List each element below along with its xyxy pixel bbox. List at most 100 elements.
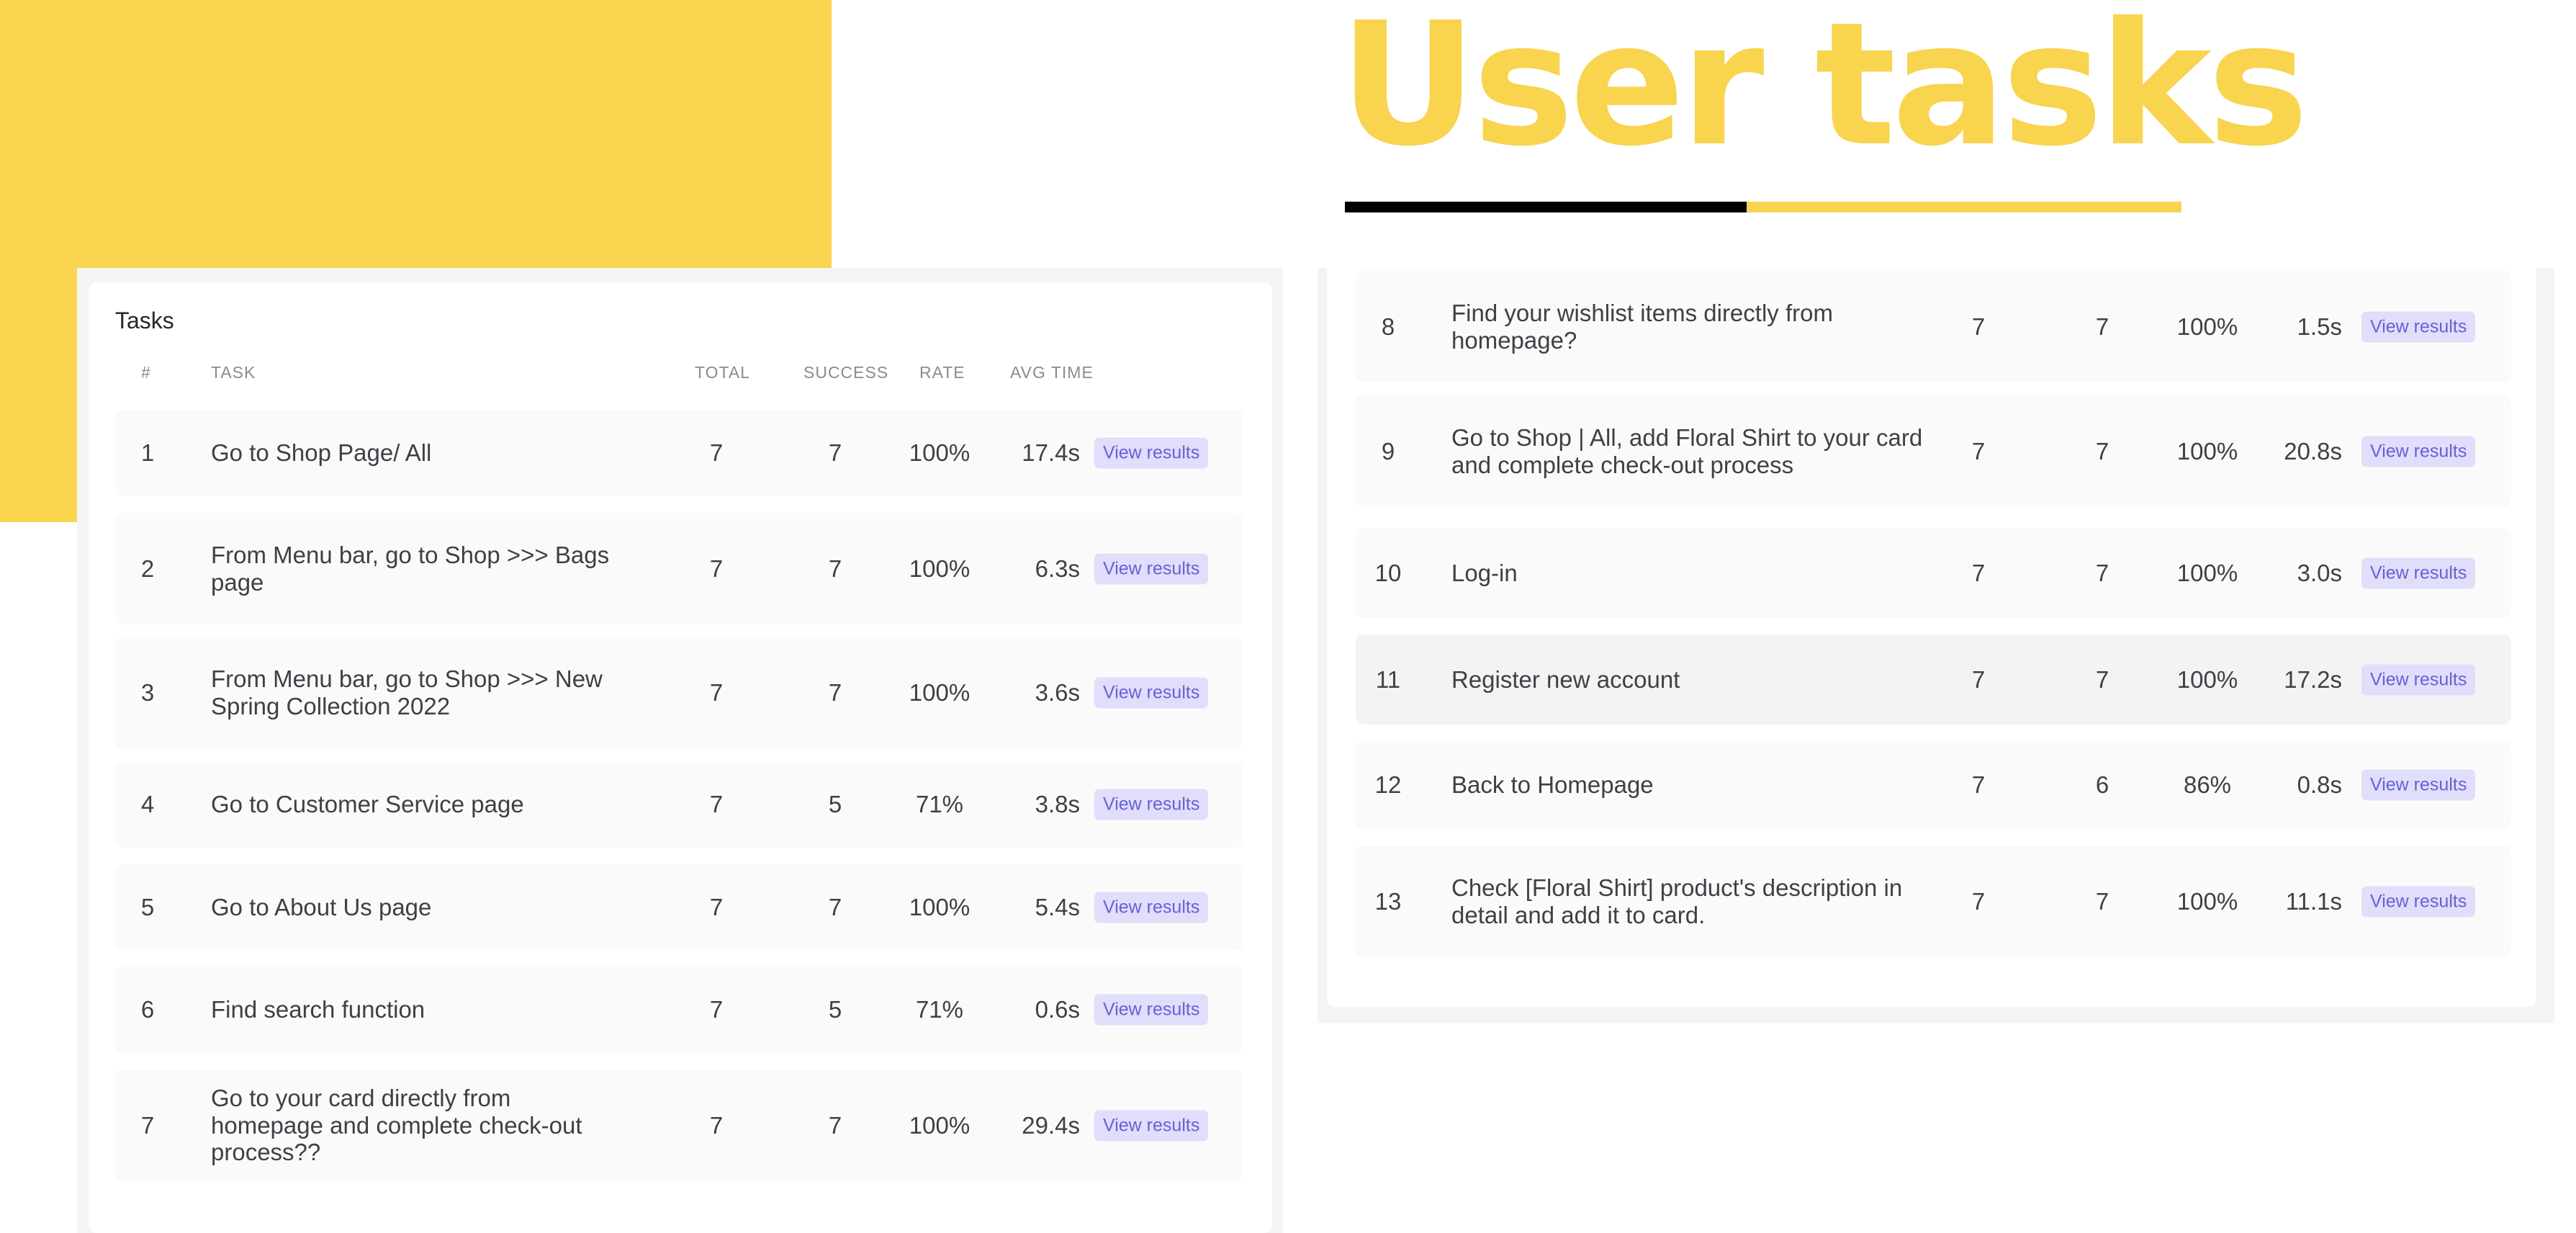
task-total: 7 — [709, 1111, 724, 1139]
task-success: 7 — [828, 894, 842, 920]
task-avg-time: 0.8s — [2297, 771, 2342, 798]
table-row: 8 Find your wishlist items directly from … — [1356, 271, 2511, 382]
task-description: Log-in — [1451, 559, 1518, 586]
task-success: 7 — [2095, 559, 2109, 586]
tasks-panel-continued: 8 Find your wishlist items directly from … — [1327, 268, 2536, 1007]
tasks-panel: Tasks # TASK TOTAL SUCCESS RATE AVG TIME… — [89, 282, 1272, 1233]
header-rate: RATE — [919, 363, 965, 382]
view-results-button[interactable]: View results — [1094, 677, 1209, 708]
task-success: 7 — [2095, 437, 2109, 465]
header-task: TASK — [211, 363, 256, 382]
task-number: 5 — [140, 894, 155, 920]
task-number: 2 — [140, 555, 155, 582]
task-description: Go to About Us page — [211, 894, 432, 921]
task-avg-time: 3.6s — [1035, 678, 1080, 706]
decor-yellow-block-left — [0, 268, 77, 522]
task-success: 5 — [828, 791, 842, 817]
task-avg-time: 5.4s — [1035, 894, 1080, 920]
view-results-button[interactable]: View results — [1094, 994, 1209, 1026]
task-description: Back to Homepage — [1451, 771, 1654, 799]
task-number: 3 — [140, 678, 155, 706]
header-total: TOTAL — [695, 363, 750, 382]
task-success: 7 — [2095, 887, 2109, 915]
task-number: 13 — [1374, 887, 1402, 915]
table-row: 7 Go to your card directly from homepage … — [115, 1070, 1243, 1181]
task-total: 7 — [1971, 887, 1986, 915]
task-total: 7 — [1971, 665, 1986, 693]
view-results-button[interactable]: View results — [1094, 553, 1209, 584]
decor-yellow-block-top — [0, 0, 832, 268]
task-number: 8 — [1381, 313, 1395, 340]
table-row: 1 Go to Shop Page/ All 7 7 100% 17.4s View res… — [115, 410, 1243, 496]
task-avg-time: 3.0s — [2297, 559, 2342, 586]
task-avg-time: 17.4s — [1022, 439, 1080, 466]
task-description: Go to Shop | All, add Floral Shirt to yo… — [1451, 423, 1923, 478]
slide: User tasks Tasks # TASK TOTAL SUCCESS RA… — [0, 0, 2576, 1233]
task-total: 7 — [709, 678, 724, 706]
panel-title: Tasks — [115, 308, 174, 333]
task-avg-time: 6.3s — [1035, 555, 1080, 582]
view-results-button[interactable]: View results — [2361, 769, 2476, 801]
header-num: # — [141, 363, 151, 382]
table-row: 6 Find search function 7 5 71% 0.6s View resul… — [115, 967, 1243, 1053]
task-success: 7 — [2095, 665, 2109, 693]
task-total: 7 — [709, 894, 724, 920]
task-avg-time: 29.4s — [1022, 1111, 1080, 1139]
table-row: 5 Go to About Us page 7 7 100% 5.4s View resul… — [115, 864, 1243, 951]
task-number: 12 — [1374, 771, 1402, 798]
view-results-button[interactable]: View results — [1094, 892, 1209, 923]
task-success: 6 — [2095, 771, 2109, 798]
task-description: Register new account — [1451, 665, 1680, 693]
task-success: 7 — [828, 555, 842, 582]
table-row: 11 Register new account 7 7 100% 17.2s View re… — [1356, 635, 2511, 725]
view-results-button[interactable]: View results — [1094, 437, 1209, 469]
task-description: From Menu bar, go to Shop >>> New Spring… — [211, 665, 603, 719]
task-avg-time: 1.5s — [2297, 313, 2342, 340]
table-header: # TASK TOTAL SUCCESS RATE AVG TIME — [115, 363, 1243, 392]
task-number: 10 — [1374, 559, 1402, 586]
task-description: From Menu bar, go to Shop >>> Bags page — [211, 541, 610, 596]
table-row: 4 Go to Customer Service page 7 5 71% 3.8s Vie… — [115, 761, 1243, 848]
view-results-button[interactable]: View results — [1094, 1110, 1209, 1141]
task-success: 5 — [828, 996, 842, 1023]
view-results-button[interactable]: View results — [2361, 664, 2476, 695]
task-success: 7 — [2095, 313, 2109, 340]
task-avg-time: 11.1s — [2285, 887, 2342, 915]
task-total: 7 — [709, 555, 724, 582]
task-total: 7 — [709, 791, 724, 817]
view-results-button[interactable]: View results — [2361, 557, 2476, 588]
table-row: 13 Check [Floral Shirt] product's descrip… — [1356, 846, 2511, 957]
view-results-button[interactable]: View results — [1094, 789, 1209, 820]
task-success: 7 — [828, 1111, 842, 1139]
table-row: 10 Log-in 7 7 100% 3.0s View results — [1356, 528, 2511, 618]
task-description: Find search function — [211, 996, 425, 1023]
task-number: 1 — [140, 439, 155, 466]
task-description: Go to Shop Page/ All — [211, 439, 432, 467]
task-success: 7 — [828, 678, 842, 706]
title-underline-dark — [1345, 202, 1747, 212]
task-avg-time: 0.6s — [1035, 996, 1080, 1023]
task-total: 7 — [1971, 437, 1986, 465]
task-total: 7 — [1971, 771, 1986, 798]
task-success: 7 — [828, 439, 842, 466]
view-results-button[interactable]: View results — [2361, 886, 2476, 917]
task-total: 7 — [709, 996, 724, 1023]
header-avg-time: AVG TIME — [1010, 363, 1094, 382]
table-row: 2 From Menu bar, go to Shop >>> Bags page… — [115, 513, 1243, 624]
task-total: 7 — [1971, 559, 1986, 586]
task-number: 7 — [140, 1111, 155, 1139]
view-results-button[interactable]: View results — [2361, 436, 2476, 467]
task-number: 11 — [1375, 665, 1401, 693]
task-description: Go to Customer Service page — [211, 791, 524, 818]
task-number: 4 — [140, 791, 155, 817]
task-number: 9 — [1381, 437, 1395, 465]
task-number: 6 — [140, 996, 155, 1023]
table-row: 9 Go to Shop | All, add Floral Shirt to y… — [1356, 395, 2511, 507]
task-description: Check [Floral Shirt] product's descripti… — [1451, 874, 1903, 928]
task-total: 7 — [1971, 313, 1986, 340]
page-title: User tasks — [1339, 0, 2309, 184]
task-avg-time: 20.8s — [2284, 437, 2342, 465]
task-description: Find your wishlist items directly from h… — [1451, 299, 1833, 354]
view-results-button[interactable]: View results — [2361, 311, 2476, 342]
task-description: Go to your card directly from homepage a… — [211, 1084, 582, 1166]
